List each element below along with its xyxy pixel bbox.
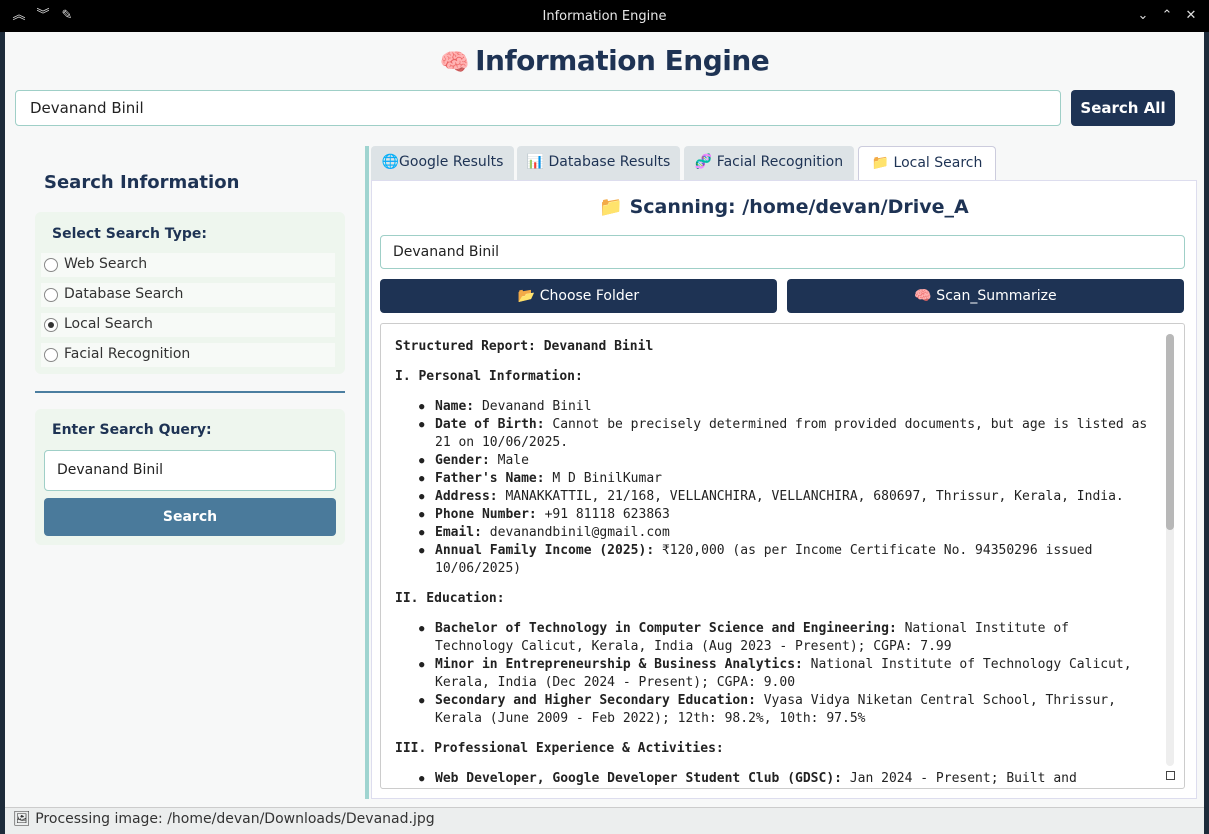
- radio-selected-icon[interactable]: [44, 318, 58, 332]
- radio-local-search[interactable]: Local Search: [41, 313, 335, 337]
- folder-icon: 📁: [871, 155, 890, 171]
- scan-title-text: Scanning: /home/devan/Drive_A: [629, 196, 969, 218]
- sidebar-divider: [35, 391, 345, 393]
- report-view[interactable]: Structured Report: Devanand Binil I. Per…: [380, 323, 1185, 789]
- radio-web-search[interactable]: Web Search: [41, 253, 335, 277]
- report-section-heading: III. Professional Experience & Activitie…: [395, 741, 724, 756]
- image-icon: 🖼: [13, 811, 31, 827]
- maximize-icon[interactable]: ⌃: [1157, 6, 1177, 26]
- panel-accent-border: [365, 146, 369, 799]
- local-search-panel: 📁 Scanning: /home/devan/Drive_A Devanand…: [371, 180, 1197, 799]
- status-bar: 🖼 Processing image: /home/devan/Download…: [5, 807, 1204, 834]
- dna-icon: 🧬: [694, 154, 713, 170]
- tab-label: Local Search: [893, 155, 983, 171]
- list-item: Father's Name: M D BinilKumar: [419, 470, 1155, 488]
- report-text: Structured Report: Devanand Binil I. Per…: [395, 338, 1155, 788]
- query-group: Enter Search Query: Devanand Binil Searc…: [35, 409, 345, 545]
- radio-label: Database Search: [64, 286, 184, 302]
- scan-summarize-button[interactable]: 🧠 Scan_Summarize: [787, 279, 1184, 313]
- sidebar-title: Search Information: [44, 172, 240, 193]
- status-text: Processing image: /home/devan/Downloads/…: [35, 811, 435, 827]
- list-item: Gender: Male: [419, 452, 1155, 470]
- chart-icon: 📊: [526, 154, 545, 170]
- list-item: Email: devanandbinil@gmail.com: [419, 524, 1155, 542]
- search-button[interactable]: Search: [44, 498, 336, 536]
- tab-label: Google Results: [399, 154, 504, 170]
- scrollbar-thumb[interactable]: [1166, 334, 1174, 530]
- list-item: Bachelor of Technology in Computer Scien…: [419, 620, 1155, 656]
- radio-icon[interactable]: [44, 288, 58, 302]
- brain-icon: 🧠: [439, 48, 470, 76]
- scan-title: 📁 Scanning: /home/devan/Drive_A: [372, 195, 1196, 218]
- radio-facial-recognition[interactable]: Facial Recognition: [41, 343, 335, 367]
- query-label: Enter Search Query:: [52, 422, 212, 438]
- radio-icon[interactable]: [44, 348, 58, 362]
- report-section-heading: I. Personal Information:: [395, 369, 583, 384]
- close-icon[interactable]: ✕: [1181, 6, 1201, 26]
- app-window: 🧠 Information Engine Devanand Binil Searc…: [5, 32, 1204, 807]
- personal-info-list: Name: Devanand Binil Date of Birth: Cann…: [419, 398, 1155, 578]
- search-all-button[interactable]: Search All: [1071, 90, 1175, 126]
- tab-database-results[interactable]: 📊 Database Results: [517, 146, 680, 181]
- tab-local-search[interactable]: 📁 Local Search: [858, 146, 996, 182]
- list-item: Date of Birth: Cannot be precisely deter…: [419, 416, 1155, 452]
- tab-label: Database Results: [548, 154, 671, 170]
- radio-database-search[interactable]: Database Search: [41, 283, 335, 307]
- folder-icon: 📁: [599, 196, 623, 218]
- education-list: Bachelor of Technology in Computer Scien…: [419, 620, 1155, 728]
- tab-google-results[interactable]: 🌐Google Results: [371, 146, 514, 181]
- radio-label: Facial Recognition: [64, 346, 191, 362]
- minimize-icon[interactable]: ⌄: [1133, 6, 1153, 26]
- list-item: Name: Devanand Binil: [419, 398, 1155, 416]
- app-title-text: Information Engine: [475, 44, 770, 77]
- list-item: Phone Number: +91 81118 623863: [419, 506, 1155, 524]
- query-input[interactable]: Devanand Binil: [44, 450, 336, 491]
- main-search-input[interactable]: Devanand Binil: [15, 90, 1061, 126]
- radio-label: Local Search: [64, 316, 153, 332]
- resize-grip-icon[interactable]: [1166, 771, 1175, 780]
- list-item: Web Developer, Google Developer Student …: [419, 770, 1155, 788]
- local-search-input[interactable]: Devanand Binil: [380, 235, 1185, 269]
- list-item: Minor in Entrepreneurship & Business Ana…: [419, 656, 1155, 692]
- globe-icon: 🌐: [381, 154, 400, 170]
- report-scrollbar[interactable]: [1166, 334, 1174, 766]
- tab-facial-recognition[interactable]: 🧬 Facial Recognition: [684, 146, 854, 181]
- search-type-group: Select Search Type: Web Search Database …: [35, 212, 345, 374]
- window-title: Information Engine: [542, 9, 667, 24]
- radio-icon[interactable]: [44, 258, 58, 272]
- list-item: Address: MANAKKATTIL, 21/168, VELLANCHIR…: [419, 488, 1155, 506]
- report-section-heading: II. Education:: [395, 591, 505, 606]
- choose-folder-button[interactable]: 📂 Choose Folder: [380, 279, 777, 313]
- app-title: 🧠 Information Engine: [5, 44, 1204, 77]
- title-bar: ︽ ︾ ✎ Information Engine ⌄ ⌃ ✕: [0, 0, 1209, 32]
- search-type-label: Select Search Type:: [52, 226, 207, 242]
- experience-list: Web Developer, Google Developer Student …: [419, 770, 1155, 788]
- radio-label: Web Search: [64, 256, 148, 272]
- report-title: Structured Report: Devanand Binil: [395, 339, 654, 354]
- list-item: Annual Family Income (2025): ₹120,000 (a…: [419, 542, 1155, 578]
- list-item: Secondary and Higher Secondary Education…: [419, 692, 1155, 728]
- tab-label: Facial Recognition: [716, 154, 844, 170]
